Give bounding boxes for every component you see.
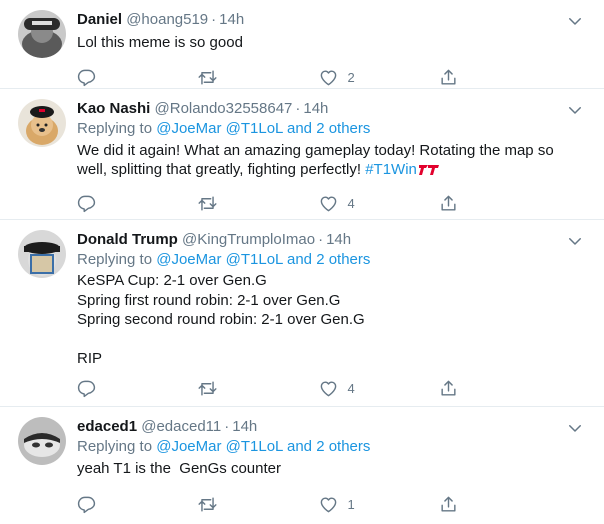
separator-dot: ·: [295, 100, 301, 117]
tweet-actions: 1: [77, 484, 560, 524]
tweet[interactable]: edaced1 @edaced11 · 14h Replying to @JoeMa…: [0, 407, 604, 522]
separator-dot: ·: [224, 418, 230, 435]
reply-icon: [77, 194, 96, 213]
t1-logo-icon: [418, 165, 439, 176]
heart-icon: [319, 495, 338, 514]
timestamp[interactable]: 14h: [303, 100, 328, 117]
like-count: 1: [347, 496, 355, 512]
avatar-image: [18, 10, 66, 58]
retweet-button[interactable]: [198, 495, 319, 514]
like-button[interactable]: 4: [319, 379, 440, 398]
author-name[interactable]: Donald Trump: [77, 231, 178, 248]
timestamp[interactable]: 14h: [326, 231, 351, 248]
timestamp[interactable]: 14h: [232, 418, 257, 435]
like-count: 4: [347, 195, 355, 211]
share-button[interactable]: [439, 495, 560, 514]
tweet-text: Lol this meme is so good: [77, 34, 243, 51]
reply-icon: [77, 495, 96, 514]
retweet-button[interactable]: [198, 68, 319, 87]
tweet-text: yeah T1 is the GenGs counter: [77, 460, 282, 477]
avatar[interactable]: [18, 230, 66, 278]
timestamp[interactable]: 14h: [219, 11, 244, 28]
replying-label: Replying to: [77, 438, 153, 455]
tweet-text: We did it again! What an amazing gamepla…: [77, 141, 560, 179]
author-handle[interactable]: @KingTrumploImao: [182, 231, 315, 248]
mention-links[interactable]: @JoeMar @T1LoL and 2 others: [156, 438, 370, 455]
author-handle[interactable]: @edaced11: [141, 418, 221, 435]
heart-icon: [319, 379, 338, 398]
retweet-icon: [198, 379, 217, 398]
tweet-text: KeSPA Cup: 2-1 over Gen.G Spring first r…: [77, 272, 365, 367]
chevron-down-icon[interactable]: [566, 101, 584, 119]
like-count: 2: [347, 69, 355, 85]
avatar-image: [18, 417, 66, 465]
author-name[interactable]: Daniel: [77, 11, 122, 28]
like-button[interactable]: 1: [319, 495, 440, 514]
tweet[interactable]: Kao Nashi @Rolando32558647 · 14h Replying …: [0, 89, 604, 220]
mention-links[interactable]: @JoeMar @T1LoL and 2 others: [156, 120, 370, 137]
heart-icon: [319, 68, 338, 87]
like-button[interactable]: 4: [319, 194, 440, 213]
reply-button[interactable]: [77, 68, 198, 87]
reply-button[interactable]: [77, 495, 198, 514]
author-handle[interactable]: @hoang519: [126, 11, 208, 28]
reply-button[interactable]: [77, 379, 198, 398]
separator-dot: ·: [318, 231, 324, 248]
hashtag-link[interactable]: #T1Win: [365, 161, 417, 178]
avatar[interactable]: [18, 417, 66, 465]
like-count: 4: [347, 381, 355, 396]
tweet-actions: 4: [77, 183, 560, 223]
retweet-button[interactable]: [198, 379, 319, 398]
avatar-image: [18, 230, 66, 278]
separator-dot: ·: [211, 11, 217, 28]
share-icon: [439, 379, 458, 398]
retweet-icon: [198, 68, 217, 87]
like-button[interactable]: 2: [319, 68, 440, 87]
chevron-down-icon[interactable]: [566, 12, 584, 30]
retweet-icon: [198, 194, 217, 213]
share-icon: [439, 194, 458, 213]
replying-label: Replying to: [77, 120, 153, 137]
reply-button[interactable]: [77, 194, 198, 213]
reply-feed: Daniel @hoang519 · 14h Lol this meme is so…: [0, 0, 604, 522]
replying-to: Replying to @JoeMar @T1LoL and 2 others: [77, 119, 560, 139]
tweet[interactable]: Donald Trump @KingTrumploImao · 14h Replyi…: [0, 220, 604, 407]
mention-links[interactable]: @JoeMar @T1LoL and 2 others: [156, 251, 370, 268]
replying-to: Replying to @JoeMar @T1LoL and 2 others: [77, 250, 560, 270]
heart-icon: [319, 194, 338, 213]
avatar-image: [18, 99, 66, 147]
author-handle[interactable]: @Rolando32558647: [155, 100, 293, 117]
retweet-icon: [198, 495, 217, 514]
share-button[interactable]: [439, 68, 560, 87]
reply-icon: [77, 68, 96, 87]
replying-label: Replying to: [77, 251, 153, 268]
avatar[interactable]: [18, 10, 66, 58]
chevron-down-icon[interactable]: [566, 232, 584, 250]
share-button[interactable]: [439, 194, 560, 213]
retweet-button[interactable]: [198, 194, 319, 213]
tweet-actions: 4: [77, 369, 560, 409]
reply-icon: [77, 379, 96, 398]
tweet[interactable]: Daniel @hoang519 · 14h Lol this meme is so…: [0, 0, 604, 89]
tweet-text-body: We did it again! What an amazing gamepla…: [77, 142, 558, 178]
share-icon: [439, 68, 458, 87]
author-name[interactable]: Kao Nashi: [77, 100, 150, 117]
chevron-down-icon[interactable]: [566, 419, 584, 437]
share-button[interactable]: [439, 379, 560, 398]
replying-to: Replying to @JoeMar @T1LoL and 2 others: [77, 437, 560, 457]
author-name[interactable]: edaced1: [77, 418, 137, 435]
share-icon: [439, 495, 458, 514]
avatar[interactable]: [18, 99, 66, 147]
